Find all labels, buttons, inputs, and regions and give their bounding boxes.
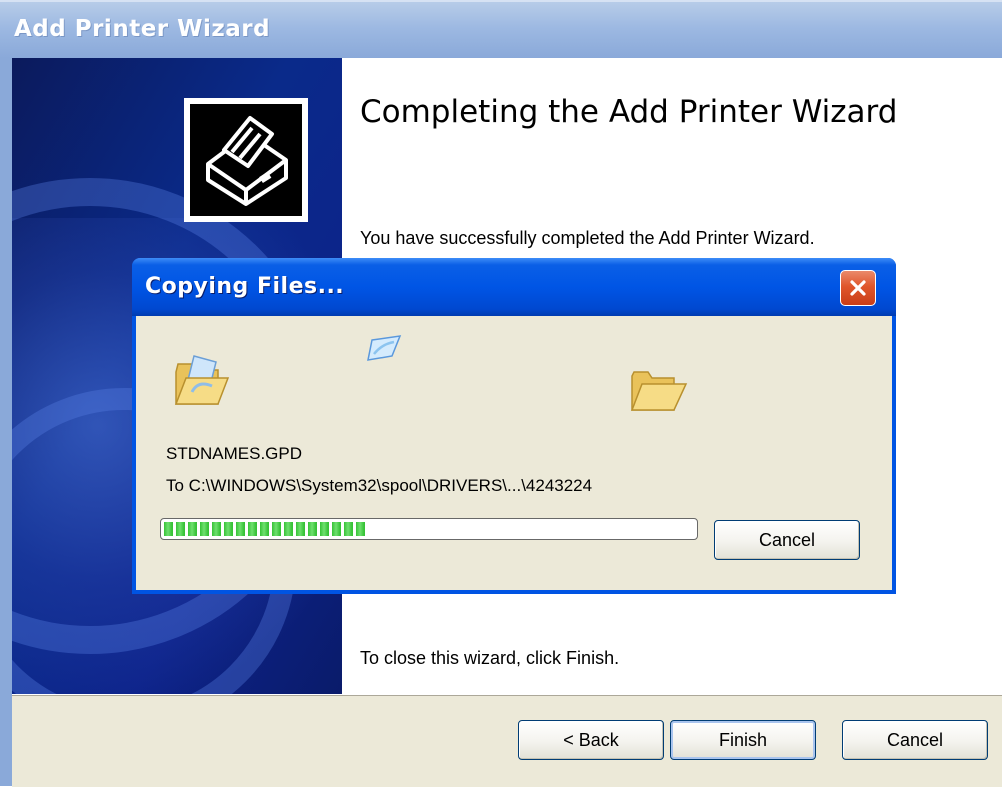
folder-icon xyxy=(630,371,688,411)
wizard-logo xyxy=(184,98,308,222)
copying-files-body: STDNAMES.GPD To C:\WINDOWS\System32\spoo… xyxy=(136,316,892,590)
close-icon xyxy=(850,280,866,296)
wizard-heading: Completing the Add Printer Wizard xyxy=(360,94,898,130)
back-button[interactable]: < Back xyxy=(518,720,664,760)
close-button[interactable] xyxy=(840,270,876,306)
wizard-window-border xyxy=(0,58,12,786)
copy-progress-fill xyxy=(164,522,365,536)
wizard-close-hint: To close this wizard, click Finish. xyxy=(360,648,620,668)
finish-button[interactable]: Finish xyxy=(670,720,816,760)
copy-file-name: STDNAMES.GPD xyxy=(166,444,303,463)
wizard-title-bar[interactable]: Add Printer Wizard xyxy=(0,0,1002,58)
copy-progress-bar xyxy=(160,518,698,540)
folder-open-icon xyxy=(174,355,230,405)
wizard-cancel-button[interactable]: Cancel xyxy=(842,720,988,760)
copy-cancel-button[interactable]: Cancel xyxy=(714,520,860,560)
document-icon xyxy=(367,335,402,361)
copying-files-title: Copying Files... xyxy=(145,274,345,299)
copy-destination-path: To C:\WINDOWS\System32\spool\DRIVERS\...… xyxy=(166,476,593,495)
copying-files-title-bar[interactable]: Copying Files... xyxy=(132,258,896,316)
wizard-body-text: You have successfully completed the Add … xyxy=(360,228,815,248)
printer-icon xyxy=(190,104,302,216)
wizard-title: Add Printer Wizard xyxy=(14,16,271,42)
copying-files-dialog: Copying Files... STDNAMES.GPD To C:\WIND… xyxy=(132,258,896,594)
